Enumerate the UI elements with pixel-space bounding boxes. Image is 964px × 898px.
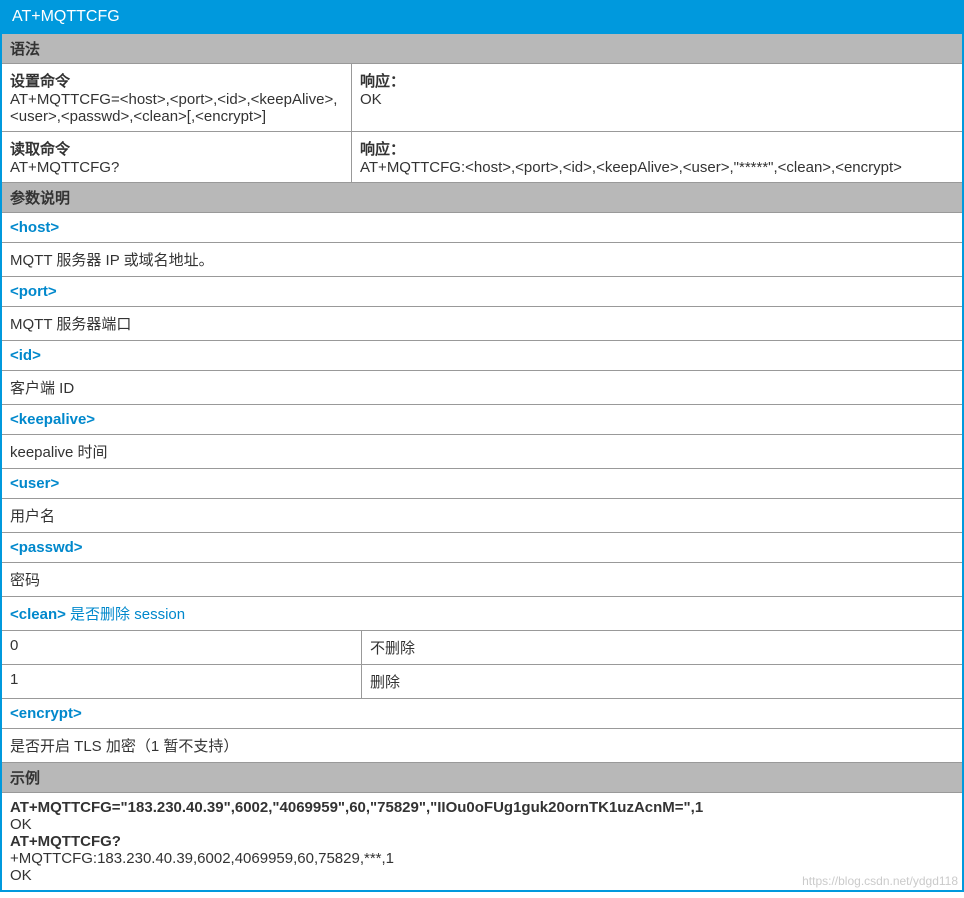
param-host-desc: MQTT 服务器 IP 或域名地址。 xyxy=(2,243,962,277)
param-user-name: <user> xyxy=(2,469,962,499)
example-line-3: AT+MQTTCFG? xyxy=(10,833,954,850)
param-id-desc: 客户端 ID xyxy=(2,371,962,405)
read-cmd-label: 读取命令 xyxy=(10,138,343,159)
param-clean-name: <clean> 是否删除 session xyxy=(2,597,962,631)
set-resp-label: 响应： xyxy=(360,70,954,91)
set-command-row: 设置命令 AT+MQTTCFG=<host>,<port>,<id>,<keep… xyxy=(2,64,962,132)
read-command-row: 读取命令 AT+MQTTCFG? 响应： AT+MQTTCFG:<host>,<… xyxy=(2,132,962,183)
param-keepalive-name: <keepalive> xyxy=(2,405,962,435)
param-host-name: <host> xyxy=(2,213,962,243)
param-id-name: <id> xyxy=(2,341,962,371)
params-header: 参数说明 xyxy=(2,183,962,213)
param-passwd-name: <passwd> xyxy=(2,533,962,563)
clean-opt-1-val: 删除 xyxy=(362,665,962,698)
set-resp-value: OK xyxy=(360,91,954,108)
param-encrypt-desc: 是否开启 TLS 加密（1 暂不支持） xyxy=(2,729,962,763)
example-line-1: AT+MQTTCFG="183.230.40.39",6002,"4069959… xyxy=(10,799,954,816)
read-cmd-value: AT+MQTTCFG? xyxy=(10,159,343,176)
example-line-2: OK xyxy=(10,816,954,833)
clean-opt-0-key: 0 xyxy=(2,631,362,664)
example-header: 示例 xyxy=(2,763,962,793)
param-passwd-desc: 密码 xyxy=(2,563,962,597)
at-command-doc: AT+MQTTCFG 语法 设置命令 AT+MQTTCFG=<host>,<po… xyxy=(0,0,964,892)
example-block: AT+MQTTCFG="183.230.40.39",6002,"4069959… xyxy=(2,793,962,890)
param-port-name: <port> xyxy=(2,277,962,307)
read-resp-label: 响应： xyxy=(360,138,954,159)
set-cmd-value: AT+MQTTCFG=<host>,<port>,<id>,<keepAlive… xyxy=(10,91,343,125)
example-line-5: OK xyxy=(10,867,954,884)
syntax-header: 语法 xyxy=(2,34,962,64)
clean-opt-1-key: 1 xyxy=(2,665,362,698)
clean-opt-1: 1 删除 xyxy=(2,665,962,699)
param-keepalive-desc: keepalive 时间 xyxy=(2,435,962,469)
param-encrypt-name: <encrypt> xyxy=(2,699,962,729)
example-line-4: +MQTTCFG:183.230.40.39,6002,4069959,60,7… xyxy=(10,850,954,867)
clean-opt-0: 0 不删除 xyxy=(2,631,962,665)
param-port-desc: MQTT 服务器端口 xyxy=(2,307,962,341)
param-user-desc: 用户名 xyxy=(2,499,962,533)
command-title: AT+MQTTCFG xyxy=(2,0,962,34)
set-cmd-label: 设置命令 xyxy=(10,70,343,91)
read-resp-value: AT+MQTTCFG:<host>,<port>,<id>,<keepAlive… xyxy=(360,159,954,176)
clean-opt-0-val: 不删除 xyxy=(362,631,962,664)
